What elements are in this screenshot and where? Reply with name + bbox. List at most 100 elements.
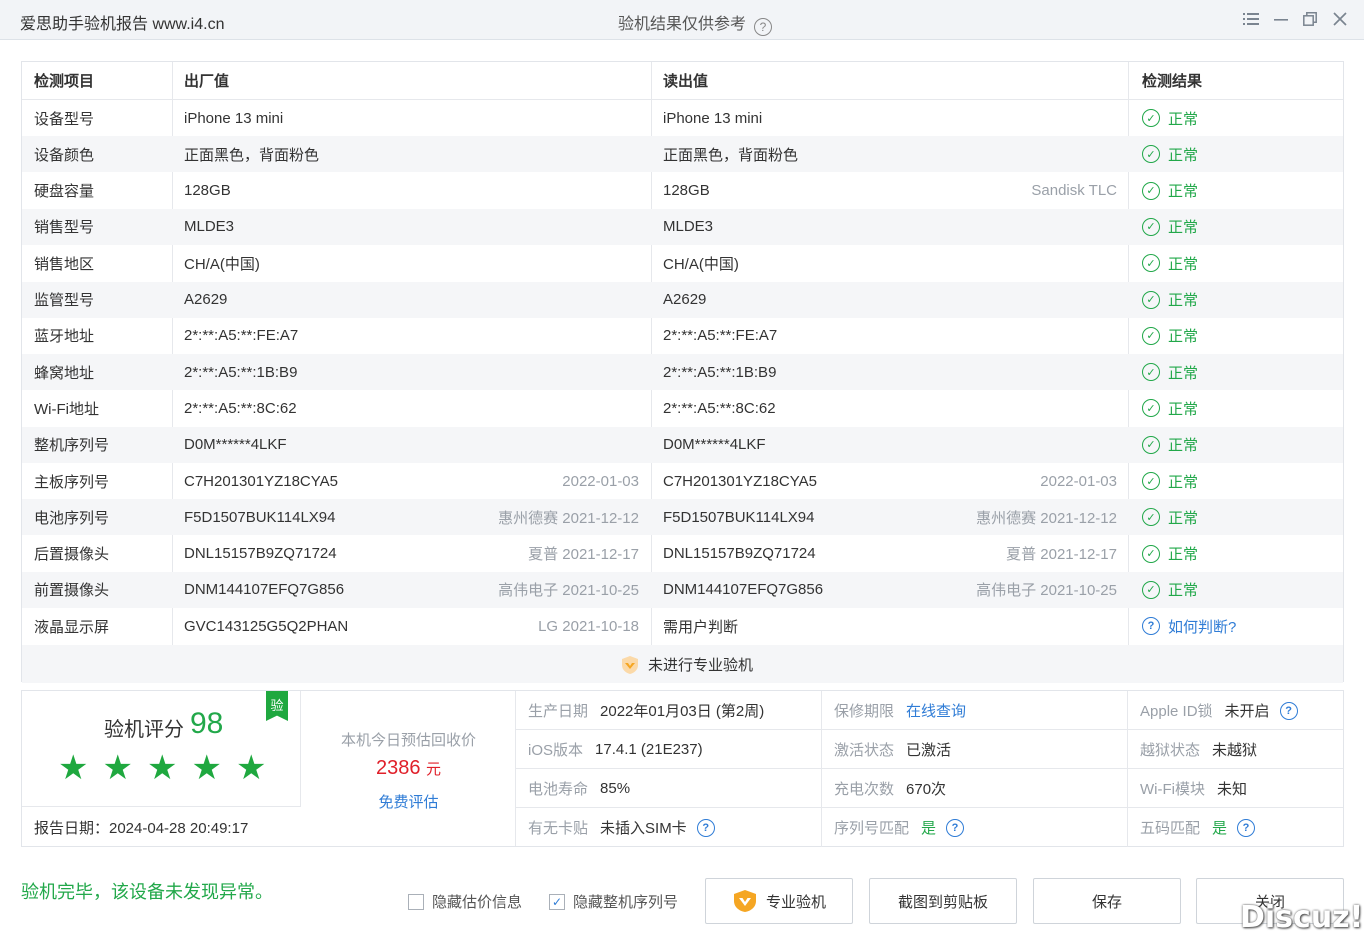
result-status: ✓ 正常 xyxy=(1142,354,1198,390)
info-value: 670次 xyxy=(906,781,947,798)
read-note: 夏普 2021-12-17 xyxy=(1006,546,1117,564)
star-icon: ★ xyxy=(191,749,222,787)
score-label: 验机评分 xyxy=(104,719,184,741)
result-text: 正常 xyxy=(1168,546,1199,564)
item-name: 蜂窝地址 xyxy=(34,364,95,382)
read-note xyxy=(841,318,1117,354)
discuz-watermark: Discuz! xyxy=(1240,900,1364,935)
table-footer: 未进行专业验机 xyxy=(22,645,1343,683)
read-value: D0M******4LKF xyxy=(663,436,766,454)
hide-serial-checkbox[interactable]: ✓ 隐藏整机序列号 xyxy=(549,891,678,912)
info-row: iOS版本 17.4.1 (21E237) 激活状态 已激活 越狱状态 未越狱 xyxy=(516,730,1343,769)
table-row: 硬盘容量 128GB 128GB Sandisk TLC ✓ 正常 xyxy=(22,173,1343,209)
info-value: 未开启 xyxy=(1224,703,1270,720)
read-note xyxy=(841,100,1117,136)
result-status: ✓ 正常 xyxy=(1142,282,1198,318)
item-name: 液晶显示屏 xyxy=(34,618,110,636)
question-circle-icon[interactable]: ? xyxy=(946,818,965,837)
read-value: C7H201301YZ18CYA5 xyxy=(663,472,817,490)
item-name: Wi-Fi地址 xyxy=(34,400,99,418)
check-circle-icon: ✓ xyxy=(1142,363,1160,382)
factory-note: 高伟电子 2021-10-25 xyxy=(498,582,639,600)
info-value: 85% xyxy=(600,780,631,797)
disclaimer-text: 验机结果仅供参考 xyxy=(618,16,747,33)
table-row: 销售地区 CH/A(中国) CH/A(中国) ✓ 正常 xyxy=(22,245,1343,281)
info-label: 生产日期 xyxy=(528,703,589,720)
star-icon: ★ xyxy=(58,749,89,787)
read-note xyxy=(841,390,1117,426)
info-label: 充电次数 xyxy=(834,781,895,798)
item-name: 电池序列号 xyxy=(34,509,110,527)
read-value: A2629 xyxy=(663,291,707,308)
check-circle-icon: ✓ xyxy=(1142,145,1160,164)
info-value: 未插入SIM卡 xyxy=(600,820,687,837)
save-button[interactable]: 保存 xyxy=(1033,878,1181,924)
question-circle-icon[interactable]: ? xyxy=(1279,701,1298,720)
result-text: 正常 xyxy=(1168,582,1199,600)
free-estimate-link[interactable]: 免费评估 xyxy=(301,791,516,812)
read-note xyxy=(841,136,1117,172)
pro-check-button[interactable]: 专业验机 xyxy=(705,878,853,924)
read-note xyxy=(841,209,1117,245)
close-icon[interactable] xyxy=(1327,6,1353,32)
factory-note xyxy=(362,318,639,354)
question-circle-icon[interactable]: ? xyxy=(1237,818,1256,837)
restore-icon[interactable] xyxy=(1297,6,1323,32)
checkbox-box-checked[interactable]: ✓ xyxy=(549,893,565,910)
factory-value: 2*:**:A5:**:FE:A7 xyxy=(184,327,299,345)
table-row: 监管型号 A2629 A2629 ✓ 正常 xyxy=(22,281,1343,318)
check-circle-icon: ✓ xyxy=(1142,544,1160,563)
item-name: 硬盘容量 xyxy=(34,183,95,201)
factory-note xyxy=(362,245,639,281)
factory-note xyxy=(362,173,639,209)
info-value: 未知 xyxy=(1216,781,1247,798)
question-circle-icon[interactable]: ? xyxy=(696,818,715,837)
how-to-judge-link[interactable]: ? 如何判断? xyxy=(1142,608,1236,644)
info-label: 五码匹配 xyxy=(1140,820,1201,837)
info-row: 电池寿命 85% 充电次数 670次 Wi-Fi模块 未知 xyxy=(516,769,1343,808)
result-status: ✓ 正常 xyxy=(1142,100,1198,136)
inspection-table: 检测项目 出厂值 读出值 检测结果 设备型号 iPhone 13 mini iPho… xyxy=(21,61,1344,683)
factory-note: 2022-01-03 xyxy=(562,472,639,490)
result-text: 正常 xyxy=(1168,437,1199,455)
info-label: 保修期限 xyxy=(834,703,895,720)
factory-note xyxy=(362,427,639,463)
table-row: 设备颜色 正面黑色，背面粉色 正面黑色，背面粉色 ✓ 正常 xyxy=(22,136,1343,173)
read-note: Sandisk TLC xyxy=(1031,182,1117,200)
report-disclaimer: 验机结果仅供参考? xyxy=(618,10,773,36)
factory-note xyxy=(362,209,639,245)
factory-note xyxy=(362,136,639,172)
factory-note: LG 2021-10-18 xyxy=(538,617,639,635)
check-circle-icon: ✓ xyxy=(1142,109,1160,127)
minimize-icon[interactable] xyxy=(1268,6,1294,32)
check-circle-icon: ✓ xyxy=(1142,254,1160,273)
result-text: 正常 xyxy=(1168,183,1199,201)
header-factory: 出厂值 xyxy=(184,73,230,90)
checkbox-box[interactable] xyxy=(408,893,424,910)
factory-value: DNL15157B9ZQ71724 xyxy=(184,545,337,563)
result-text: 正常 xyxy=(1168,328,1199,346)
factory-value: MLDE3 xyxy=(184,218,235,236)
disclaimer-help-icon[interactable]: ? xyxy=(754,18,773,36)
factory-note: 夏普 2021-12-17 xyxy=(528,546,639,564)
table-row: 整机序列号 D0M******4LKF D0M******4LKF ✓ 正常 xyxy=(22,426,1343,463)
check-circle-icon: ✓ xyxy=(1142,435,1160,454)
factory-value: 2*:**:A5:**:8C:62 xyxy=(184,399,297,417)
factory-note xyxy=(362,282,639,318)
read-value: 需用户判断 xyxy=(663,618,739,636)
screenshot-button[interactable]: 截图到剪贴板 xyxy=(869,878,1017,924)
read-value: DNL15157B9ZQ71724 xyxy=(663,545,816,563)
title-bar: 爱思助手验机报告 www.i4.cn 验机结果仅供参考? xyxy=(0,0,1364,40)
check-circle-icon: ✓ xyxy=(1142,181,1160,200)
item-name: 设备颜色 xyxy=(34,146,95,164)
read-note: 惠州德赛 2021-12-12 xyxy=(976,509,1117,527)
hide-price-checkbox[interactable]: 隐藏估价信息 xyxy=(408,891,522,912)
info-label: Wi-Fi模块 xyxy=(1140,781,1205,798)
check-circle-icon: ✓ xyxy=(1142,290,1160,309)
menu-icon[interactable] xyxy=(1238,6,1264,32)
info-label: Apple ID锁 xyxy=(1140,703,1213,720)
info-value: 2022年01月03日 (第2周) xyxy=(600,703,765,720)
factory-value: DNM144107EFQ7G856 xyxy=(184,581,345,599)
read-value: F5D1507BUK114LX94 xyxy=(663,508,815,526)
warranty-query-link[interactable]: 在线查询 xyxy=(906,700,966,721)
